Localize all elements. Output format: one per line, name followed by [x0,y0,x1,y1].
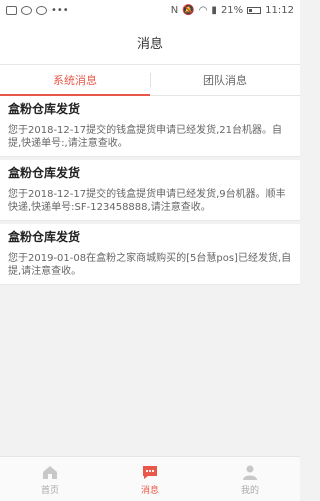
mute-icon: 🔕 [182,4,195,16]
profile-icon [243,465,257,480]
message-item[interactable]: 盒粉仓库发货 您于2018-12-17提交的钱盒提货申请已经发货,21台机器。自… [0,96,300,157]
battery-icon [247,6,262,14]
bottom-tab-bar: 首页 消息 我的 [0,456,300,501]
image-notification-icon [6,5,17,15]
message-item[interactable]: 盒粉仓库发货 您于2019-01-08在盒粉之家商城购买的[5台慧pos]已经发… [0,224,300,285]
message-list: 盒粉仓库发货 您于2018-12-17提交的钱盒提货申请已经发货,21台机器。自… [0,96,300,288]
page-title: 消息 [136,36,163,52]
status-right-info: N 🔕 ◠ ▮ 21% 11:12 [171,5,300,16]
message-item[interactable]: 盒粉仓库发货 您于2018-12-17提交的钱盒提货申请已经发货,9台机器。顺丰… [0,160,300,221]
message-title: 盒粉仓库发货 [8,102,81,116]
tabbar-label: 首页 [40,485,59,496]
clock: 11:12 [265,4,294,16]
signal-icon: ▮ [211,4,217,16]
tab-team-messages[interactable]: 团队消息 [150,65,300,95]
tabbar-label: 消息 [140,485,159,496]
more-notifications-icon: ••• [51,4,69,16]
wifi-icon: ◠ [198,4,208,16]
tabbar-item-profile[interactable]: 我的 [200,457,300,501]
message-body: 您于2018-12-17提交的钱盒提货申请已经发货,21台机器。自提,快递单号:… [8,125,283,149]
message-body: 您于2018-12-17提交的钱盒提货申请已经发货,9台机器。顺丰快递,快递单号… [8,189,286,213]
page-header: 消息 [0,20,300,65]
wechat-notification-icon [36,5,47,15]
message-tabs: 系统消息 团队消息 [0,65,300,96]
battery-percent: 21% [220,4,244,16]
nfc-icon: N [170,4,179,16]
tab-label: 团队消息 [203,74,247,87]
status-left-icons: ••• [0,5,69,16]
message-title: 盒粉仓库发货 [8,166,81,180]
message-title: 盒粉仓库发货 [8,230,81,244]
message-body: 您于2019-01-08在盒粉之家商城购买的[5台慧pos]已经发货,自提,请注… [8,253,292,277]
tab-system-messages[interactable]: 系统消息 [0,65,150,96]
tab-label: 系统消息 [53,74,97,87]
chat-notification-icon [21,5,32,15]
home-icon [43,465,57,479]
tabbar-item-messages[interactable]: 消息 [100,457,200,501]
tabbar-label: 我的 [240,485,259,496]
status-bar: ••• N 🔕 ◠ ▮ 21% 11:12 [0,0,300,20]
tabbar-item-home[interactable]: 首页 [0,457,100,501]
message-icon [143,465,157,479]
